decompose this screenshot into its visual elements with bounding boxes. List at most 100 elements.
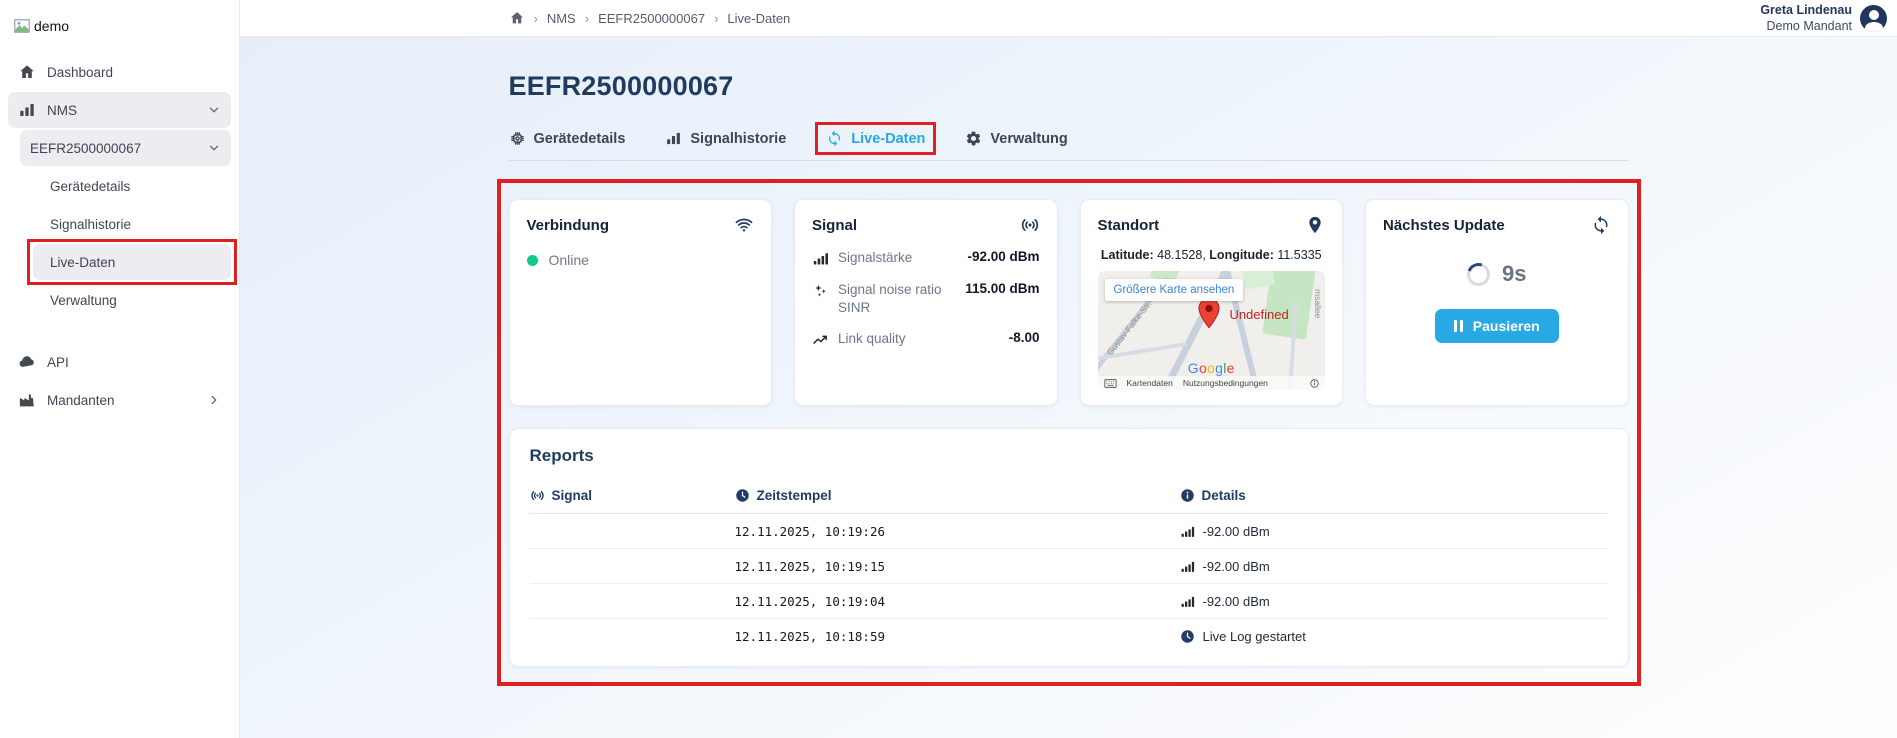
signal-value: -8.00: [1009, 330, 1040, 345]
map-marker-label: Undefined: [1229, 307, 1288, 322]
table-row: 12.11.2025, 10:19:26 -92.00 dBm: [530, 514, 1608, 549]
sparkles-icon: [812, 282, 829, 299]
spinner-icon: [1463, 259, 1494, 290]
timestamp: 12.11.2025, 10:19:26: [735, 524, 1180, 539]
tab-label: Verwaltung: [990, 131, 1067, 147]
sidebar-item-label: Dashboard: [47, 65, 113, 80]
table-row: 12.11.2025, 10:19:04 -92.00 dBm: [530, 584, 1608, 619]
latitude-value: 48.1528,: [1157, 248, 1206, 262]
tab-signalhistorie[interactable]: Signalhistorie: [665, 130, 786, 147]
sidebar-item-dashboard[interactable]: Dashboard: [8, 54, 231, 90]
pause-button-label: Pausieren: [1473, 318, 1540, 334]
signal-label: Signal noise ratio SINR: [838, 281, 956, 316]
page-title: EEFR2500000067: [509, 71, 1629, 102]
broadcast-icon: [530, 488, 545, 503]
refresh-icon: [826, 130, 843, 147]
breadcrumb-item-device[interactable]: EEFR2500000067: [598, 11, 705, 26]
countdown-value: 9s: [1502, 261, 1526, 287]
home-icon[interactable]: [509, 10, 525, 26]
sidebar-spacer: [0, 320, 239, 342]
tab-label: Gerätedetails: [534, 131, 626, 147]
cloud-icon: [18, 353, 36, 371]
google-map[interactable]: Gustav-Falke-Str. msallee Größere Karte …: [1098, 271, 1326, 390]
signal-bars-icon: [1180, 594, 1195, 609]
avatar[interactable]: [1860, 5, 1887, 32]
pause-button[interactable]: Pausieren: [1435, 309, 1559, 343]
sidebar-item-label: NMS: [47, 103, 77, 118]
card-signal: Signal Signalstärke -92.00 dBm: [794, 199, 1058, 406]
sidebar-item-mandanten[interactable]: Mandanten: [8, 382, 231, 418]
chevron-down-icon: [207, 103, 221, 117]
card-verbindung: Verbindung Online: [509, 199, 773, 406]
detail-text: -92.00 dBm: [1203, 559, 1270, 574]
map-data-link[interactable]: Kartendaten: [1127, 378, 1173, 388]
column-header-details: Details: [1180, 488, 1608, 503]
detail-text: Live Log gestartet: [1203, 629, 1306, 644]
page-content: EEFR2500000067 Gerätedetails Signalhisto…: [240, 37, 1897, 738]
home-icon: [18, 63, 36, 81]
sidebar: demo Dashboard NMS EEFR2500000067 Geräte: [0, 0, 240, 738]
map-terms-link[interactable]: Nutzungsbedingungen: [1183, 378, 1268, 388]
breadcrumb-item-nms[interactable]: NMS: [547, 11, 576, 26]
tab-geraetedetails[interactable]: Gerätedetails: [509, 130, 626, 147]
card-title: Standort: [1098, 217, 1160, 234]
card-title: Signal: [812, 217, 857, 234]
signal-bars-icon: [812, 250, 829, 267]
signal-row-staerke: Signalstärke -92.00 dBm: [812, 249, 1040, 267]
sidebar-item-signalhistorie[interactable]: Signalhistorie: [33, 206, 231, 242]
coordinates: Latitude: 48.1528, Longitude: 11.5335: [1098, 248, 1326, 262]
column-label: Zeitstempel: [757, 488, 832, 503]
cards-grid: Verbindung Online: [509, 199, 1629, 406]
tab-label: Live-Daten: [851, 131, 925, 147]
longitude-label: Longitude:: [1209, 248, 1274, 262]
user-org: Demo Mandant: [1760, 19, 1852, 35]
column-label: Signal: [552, 488, 593, 503]
breadcrumb-separator-icon: ›: [585, 11, 589, 26]
app-logo: demo: [0, 10, 239, 52]
logo-text: demo: [34, 18, 69, 34]
signal-label: Link quality: [838, 330, 1000, 348]
card-naechstes-update: Nächstes Update 9s: [1365, 199, 1629, 406]
reports-table-header: Signal Zeitstempel: [530, 482, 1608, 514]
table-row: 12.11.2025, 10:19:15 -92.00 dBm: [530, 549, 1608, 584]
tab-livedaten[interactable]: Live-Daten: [826, 130, 925, 147]
card-title: Nächstes Update: [1383, 217, 1505, 234]
broken-image-icon: [14, 19, 30, 33]
timestamp: 12.11.2025, 10:19:15: [735, 559, 1180, 574]
refresh-icon: [1591, 215, 1611, 235]
signal-value: 115.00 dBm: [965, 281, 1039, 296]
sidebar-item-label: API: [47, 355, 69, 370]
latitude-label: Latitude:: [1101, 248, 1154, 262]
detail-text: -92.00 dBm: [1203, 594, 1270, 609]
sidebar-item-livedaten[interactable]: Live-Daten: [33, 244, 231, 280]
chevron-down-icon: [207, 141, 221, 155]
larger-map-link[interactable]: Größere Karte ansehen: [1105, 279, 1244, 301]
keyboard-icon[interactable]: [1104, 379, 1117, 388]
info-icon[interactable]: [1310, 379, 1319, 388]
sidebar-item-label: Live-Daten: [50, 255, 115, 270]
sidebar-item-verwaltung[interactable]: Verwaltung: [33, 282, 231, 318]
countdown: 9s: [1467, 261, 1526, 287]
card-standort: Standort Latitude: 48.1528, Longitude: 1…: [1080, 199, 1344, 406]
sidebar-item-label: Gerätedetails: [50, 179, 130, 194]
location-pin-icon: [1305, 215, 1325, 235]
annotation-box-content: Verbindung Online: [497, 179, 1641, 686]
breadcrumb-separator-icon: ›: [714, 11, 718, 26]
wifi-icon: [734, 215, 754, 235]
reports-title: Reports: [530, 446, 1608, 466]
column-label: Details: [1202, 488, 1246, 503]
table-row: 12.11.2025, 10:18:59 Live Log gestartet: [530, 619, 1608, 654]
sidebar-item-nms[interactable]: NMS: [8, 92, 231, 128]
timestamp: 12.11.2025, 10:19:04: [735, 594, 1180, 609]
breadcrumb-item-livedaten[interactable]: Live-Daten: [727, 11, 790, 26]
sidebar-item-geraetedetails[interactable]: Gerätedetails: [33, 168, 231, 204]
map-marker-icon[interactable]: [1198, 297, 1220, 329]
column-header-signal: Signal: [530, 488, 735, 503]
sidebar-item-device[interactable]: EEFR2500000067: [20, 130, 231, 166]
user-name: Greta Lindenau: [1760, 3, 1852, 19]
breadcrumb-separator-icon: ›: [534, 11, 538, 26]
chip-icon: [509, 130, 526, 147]
signal-label: Signalstärke: [838, 249, 958, 267]
sidebar-item-api[interactable]: API: [8, 344, 231, 380]
tab-verwaltung[interactable]: Verwaltung: [965, 130, 1067, 147]
